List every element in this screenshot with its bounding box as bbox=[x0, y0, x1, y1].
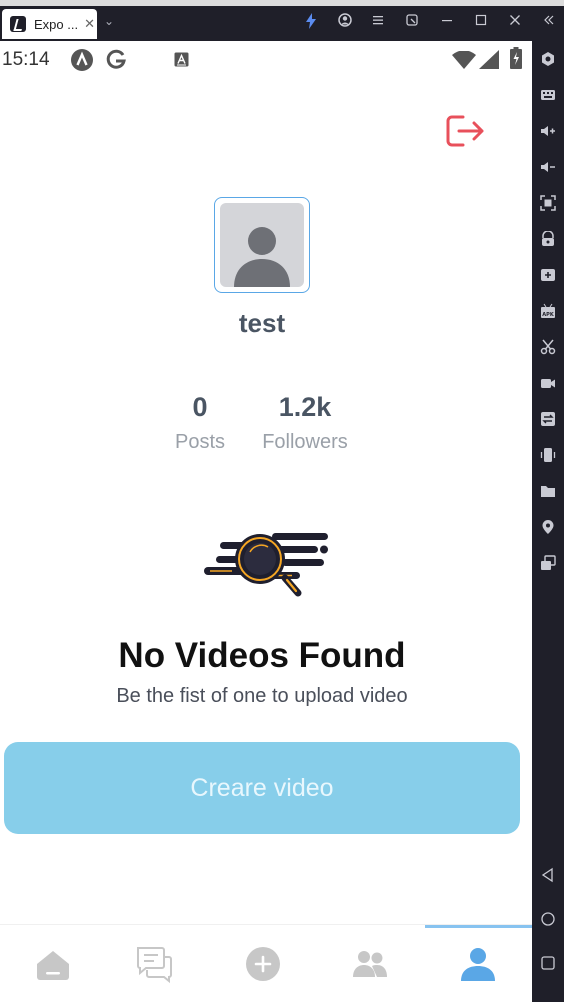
status-bar: 15:14 bbox=[0, 41, 532, 79]
bottom-navigation bbox=[0, 924, 532, 1002]
bolt-icon[interactable] bbox=[304, 13, 318, 32]
cut-icon[interactable] bbox=[540, 339, 556, 355]
autofill-icon bbox=[174, 52, 189, 72]
logout-button[interactable] bbox=[445, 114, 485, 148]
stat-followers-label: Followers bbox=[262, 431, 348, 453]
settings-icon[interactable] bbox=[540, 51, 556, 67]
home-icon bbox=[37, 951, 69, 980]
add-icon[interactable] bbox=[540, 267, 556, 283]
folder-icon[interactable] bbox=[540, 483, 556, 499]
tab-title: Expo ... bbox=[34, 16, 79, 32]
expo-app-icon bbox=[10, 16, 26, 32]
video-record-icon[interactable] bbox=[540, 375, 556, 391]
window-titlebar: Expo ... ✕ ⌄ bbox=[0, 0, 564, 41]
browser-tab[interactable]: Expo ... ✕ bbox=[2, 9, 97, 39]
default-avatar-icon bbox=[220, 203, 304, 287]
profile-icon bbox=[461, 948, 495, 981]
stat-followers: 1.2k Followers bbox=[252, 392, 358, 454]
stat-followers-value: 1.2k bbox=[278, 392, 332, 422]
tab-list-chevron-icon[interactable]: ⌄ bbox=[104, 14, 114, 28]
app-a-icon bbox=[71, 49, 93, 76]
nav-messages[interactable] bbox=[101, 925, 207, 1002]
add-circle-icon bbox=[246, 947, 280, 981]
volume-down-icon[interactable] bbox=[540, 159, 556, 175]
wifi-icon bbox=[452, 50, 476, 74]
avatar[interactable] bbox=[214, 197, 310, 293]
tab-close-icon[interactable]: ✕ bbox=[84, 16, 95, 32]
svg-text:APK: APK bbox=[542, 312, 555, 318]
shake-icon[interactable] bbox=[540, 447, 556, 463]
recent-apps-icon[interactable] bbox=[540, 955, 556, 971]
nav-profile[interactable] bbox=[425, 925, 531, 1002]
close-icon[interactable] bbox=[509, 13, 521, 29]
location-icon[interactable] bbox=[540, 519, 556, 535]
nav-friends[interactable] bbox=[317, 925, 423, 1002]
empty-state-subtitle: Be the fist of one to upload video bbox=[116, 685, 408, 707]
battery-icon bbox=[510, 47, 522, 74]
lock-icon[interactable] bbox=[540, 231, 556, 247]
minimize-icon[interactable] bbox=[441, 13, 453, 29]
stat-posts-value: 0 bbox=[192, 392, 208, 422]
nav-create[interactable] bbox=[210, 925, 316, 1002]
volume-up-icon[interactable] bbox=[540, 123, 556, 139]
back-icon[interactable] bbox=[540, 867, 556, 883]
sync-icon[interactable] bbox=[540, 411, 556, 427]
emulator-sidebar: APK bbox=[532, 41, 564, 1002]
home-icon[interactable] bbox=[540, 911, 556, 927]
stat-posts-label: Posts bbox=[174, 431, 226, 453]
keyboard-icon[interactable] bbox=[540, 87, 556, 103]
create-video-button[interactable]: Creare video bbox=[4, 742, 520, 834]
empty-search-illustration bbox=[202, 526, 332, 600]
menu-icon[interactable] bbox=[372, 13, 384, 29]
maximize-icon[interactable] bbox=[475, 13, 487, 29]
logout-icon bbox=[446, 115, 484, 147]
screenshot-icon[interactable] bbox=[540, 195, 556, 211]
user-circle-icon[interactable] bbox=[338, 13, 352, 30]
people-icon bbox=[353, 951, 387, 977]
external-icon[interactable] bbox=[406, 13, 418, 29]
google-g-icon bbox=[105, 49, 127, 76]
signal-icon bbox=[479, 50, 499, 74]
apk-icon[interactable]: APK bbox=[540, 303, 556, 319]
status-time: 15:14 bbox=[2, 49, 50, 70]
collapse-icon[interactable] bbox=[543, 13, 555, 29]
profile-username: test bbox=[238, 308, 286, 338]
window-top-strip bbox=[0, 0, 564, 6]
stat-posts: 0 Posts bbox=[166, 392, 234, 454]
chat-icon bbox=[137, 947, 172, 984]
empty-state-title: No Videos Found bbox=[118, 636, 406, 675]
multi-window-icon[interactable] bbox=[540, 555, 556, 571]
nav-home[interactable] bbox=[0, 925, 106, 1002]
